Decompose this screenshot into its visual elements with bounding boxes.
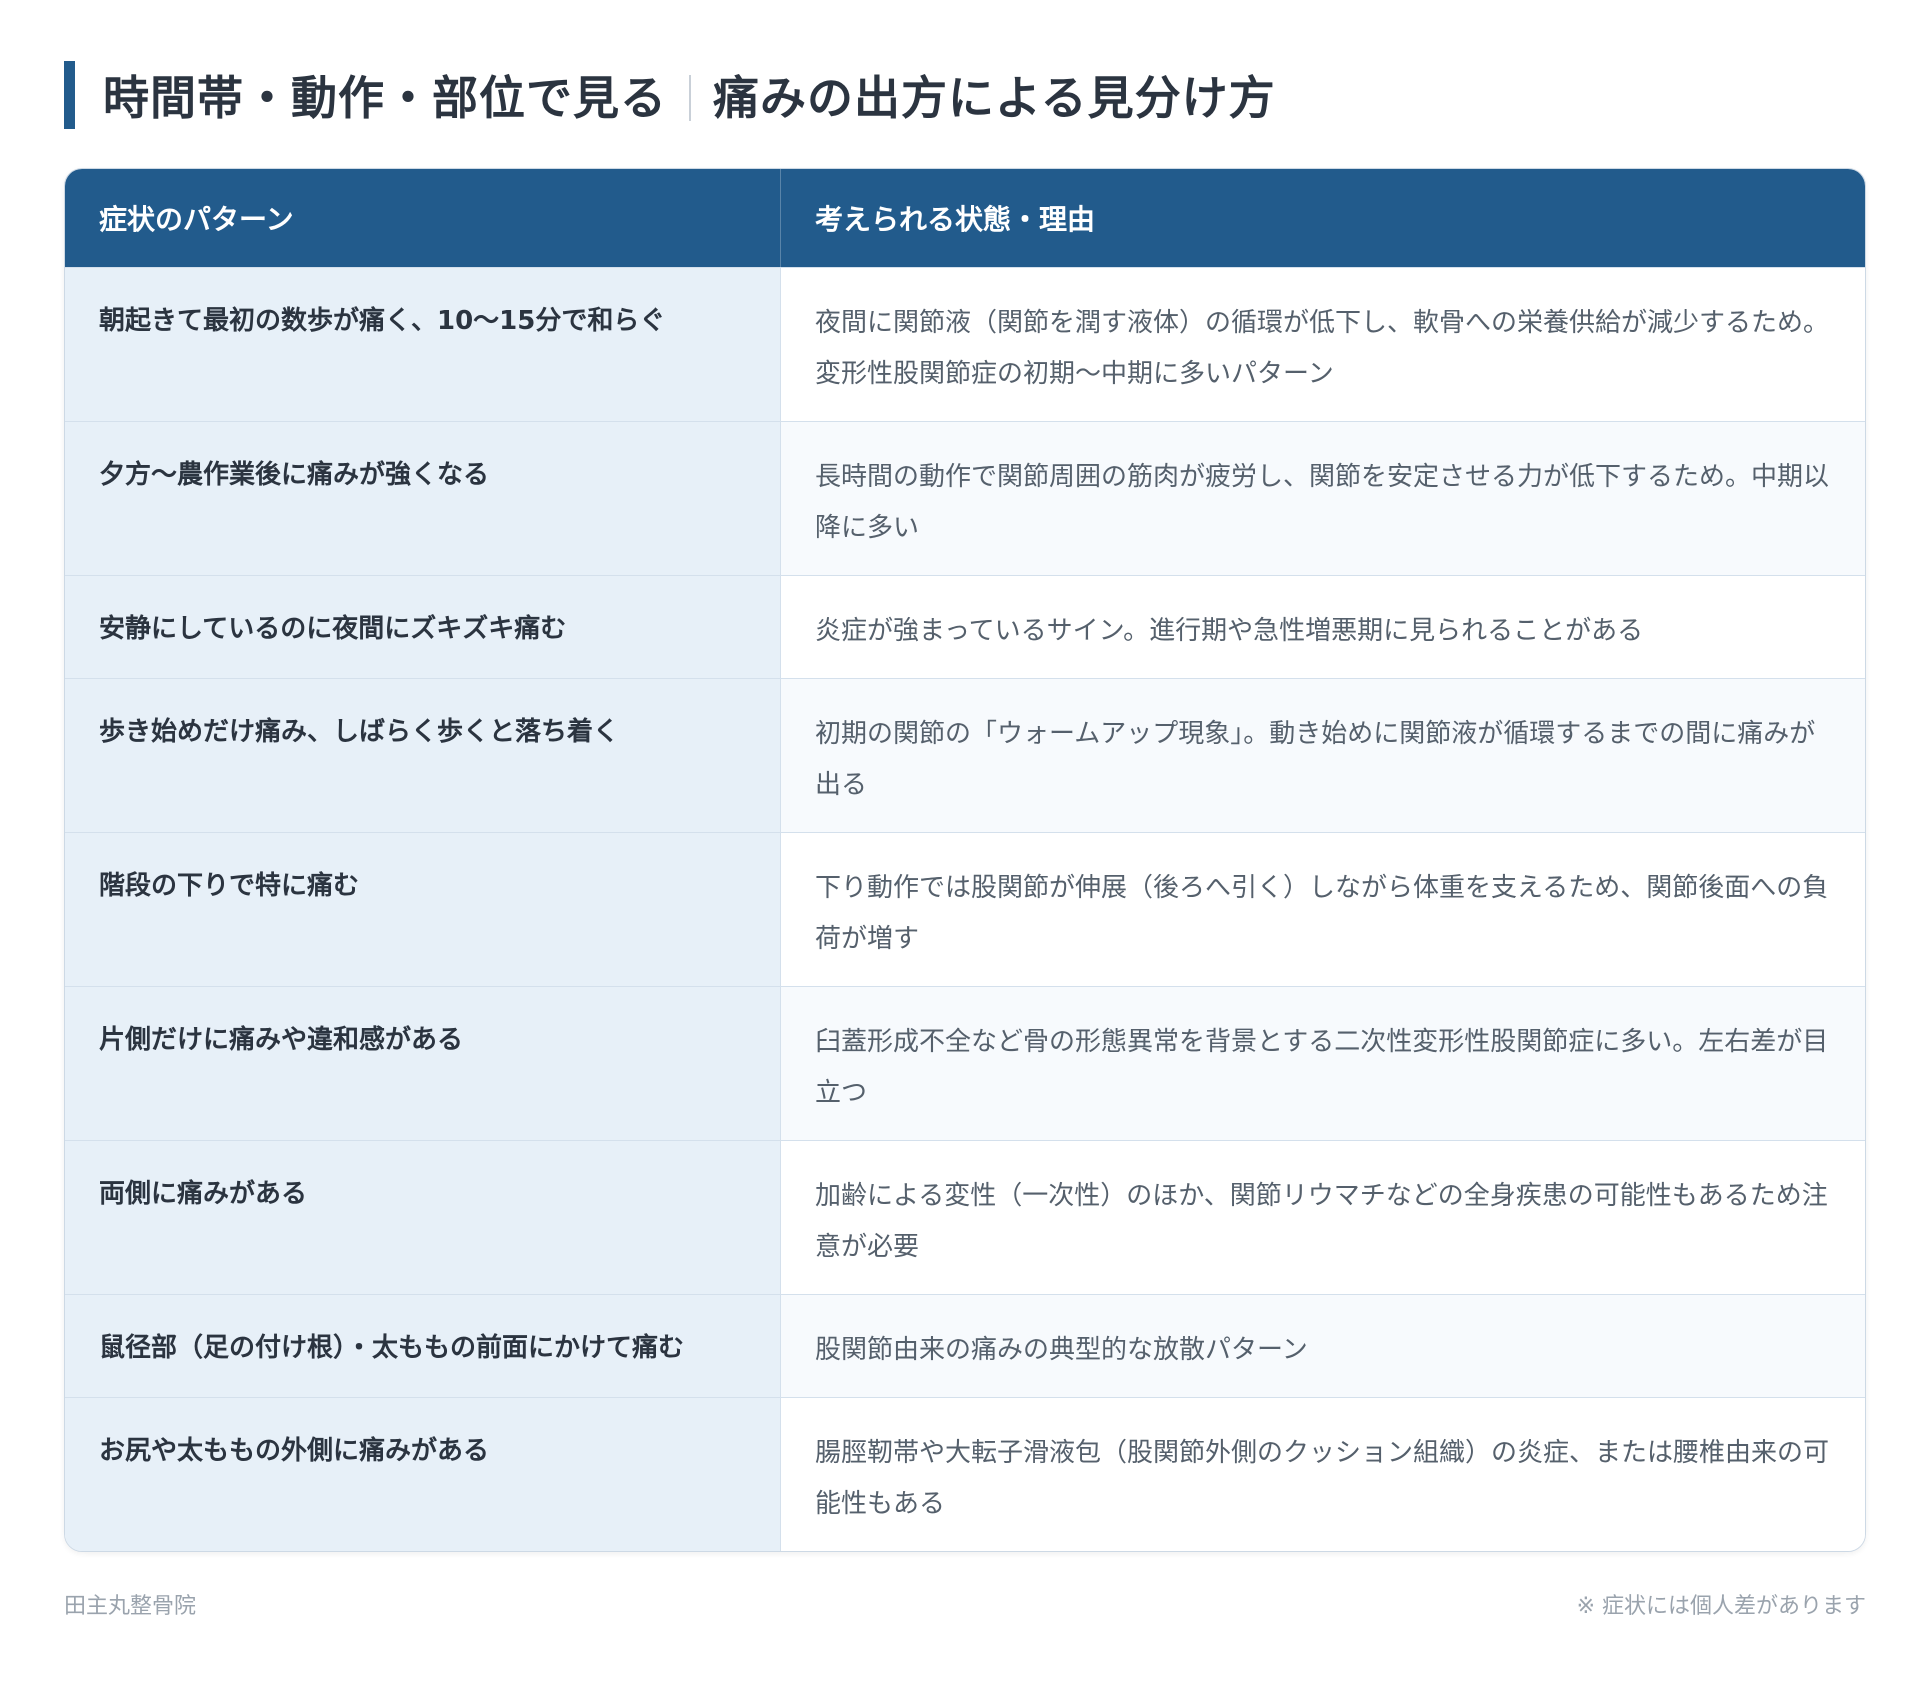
header-reason: 考えられる状態・理由: [815, 203, 1096, 236]
title-part-1: 時間帯・動作・部位で見る: [103, 71, 667, 125]
pattern-cell: 片側だけに痛みや違和感がある: [65, 987, 781, 1140]
reason-cell: 加齢による変性（一次性）のほか、関節リウマチなどの全身疾患の可能性もあるため注意…: [781, 1141, 1865, 1294]
pattern-cell: 安静にしているのに夜間にズキズキ痛む: [65, 576, 781, 678]
pattern-cell: 階段の下りで特に痛む: [65, 833, 781, 986]
reason-cell: 長時間の動作で関節周囲の筋肉が疲労し、関節を安定させる力が低下するため。中期以降…: [781, 422, 1865, 575]
title-separator: [689, 74, 691, 121]
page-footer: 田主丸整骨院 ※ 症状には個人差があります: [64, 1588, 1866, 1620]
reason-cell: 下り動作では股関節が伸展（後ろへ引く）しながら体重を支えるため、関節後面への負荷…: [781, 833, 1865, 986]
reason-cell: 腸脛靭帯や大転子滑液包（股関節外側のクッション組織）の炎症、または腰椎由来の可能…: [781, 1398, 1865, 1551]
pattern-cell: 歩き始めだけ痛み、しばらく歩くと落ち着く: [65, 679, 781, 832]
page-content: 時間帯・動作・部位で見る 痛みの出方による見分け方 症状のパターン 考えられる状態…: [64, 60, 1866, 1552]
table-row: 両側に痛みがある 加齢による変性（一次性）のほか、関節リウマチなどの全身疾患の可…: [65, 1140, 1865, 1294]
table-row: 歩き始めだけ痛み、しばらく歩くと落ち着く 初期の関節の「ウォームアップ現象」。動…: [65, 678, 1865, 832]
symptom-table: 症状のパターン 考えられる状態・理由 朝起きて最初の数歩が痛く、10〜15分で和…: [64, 168, 1866, 1552]
reason-cell: 臼蓋形成不全など骨の形態異常を背景とする二次性変形性股関節症に多い。左右差が目立…: [781, 987, 1865, 1140]
table-header-row: 症状のパターン 考えられる状態・理由: [65, 169, 1865, 267]
pattern-cell: お尻や太ももの外側に痛みがある: [65, 1398, 781, 1551]
page-title: 時間帯・動作・部位で見る 痛みの出方による見分け方: [103, 62, 1276, 128]
table-row: 階段の下りで特に痛む 下り動作では股関節が伸展（後ろへ引く）しながら体重を支える…: [65, 832, 1865, 986]
footer-note: ※ 症状には個人差があります: [1576, 1594, 1866, 1619]
page-title-block: 時間帯・動作・部位で見る 痛みの出方による見分け方: [64, 60, 1866, 130]
title-part-2: 痛みの出方による見分け方: [713, 71, 1276, 125]
header-pattern: 症状のパターン: [65, 169, 781, 267]
clinic-name: 田主丸整骨院: [64, 1594, 197, 1619]
table-row: 片側だけに痛みや違和感がある 臼蓋形成不全など骨の形態異常を背景とする二次性変形…: [65, 986, 1865, 1140]
pattern-cell: 両側に痛みがある: [65, 1141, 781, 1294]
table-row: 安静にしているのに夜間にズキズキ痛む 炎症が強まっているサイン。進行期や急性増悪…: [65, 575, 1865, 678]
reason-cell: 股関節由来の痛みの典型的な放散パターン: [781, 1295, 1865, 1397]
pattern-cell: 夕方〜農作業後に痛みが強くなる: [65, 422, 781, 575]
title-accent-bar: [64, 61, 75, 129]
table-row: お尻や太ももの外側に痛みがある 腸脛靭帯や大転子滑液包（股関節外側のクッション組…: [65, 1397, 1865, 1551]
reason-cell: 夜間に関節液（関節を潤す液体）の循環が低下し、軟骨への栄養供給が減少するため。変…: [781, 268, 1865, 421]
table-row: 鼠径部（足の付け根）・太ももの前面にかけて痛む 股関節由来の痛みの典型的な放散パ…: [65, 1294, 1865, 1397]
pattern-cell: 朝起きて最初の数歩が痛く、10〜15分で和らぐ: [65, 268, 781, 421]
reason-cell: 初期の関節の「ウォームアップ現象」。動き始めに関節液が循環するまでの間に痛みが出…: [781, 679, 1865, 832]
pattern-cell: 鼠径部（足の付け根）・太ももの前面にかけて痛む: [65, 1295, 781, 1397]
table-row: 夕方〜農作業後に痛みが強くなる 長時間の動作で関節周囲の筋肉が疲労し、関節を安定…: [65, 421, 1865, 575]
table-row: 朝起きて最初の数歩が痛く、10〜15分で和らぐ 夜間に関節液（関節を潤す液体）の…: [65, 267, 1865, 421]
reason-cell: 炎症が強まっているサイン。進行期や急性増悪期に見られることがある: [781, 576, 1865, 678]
